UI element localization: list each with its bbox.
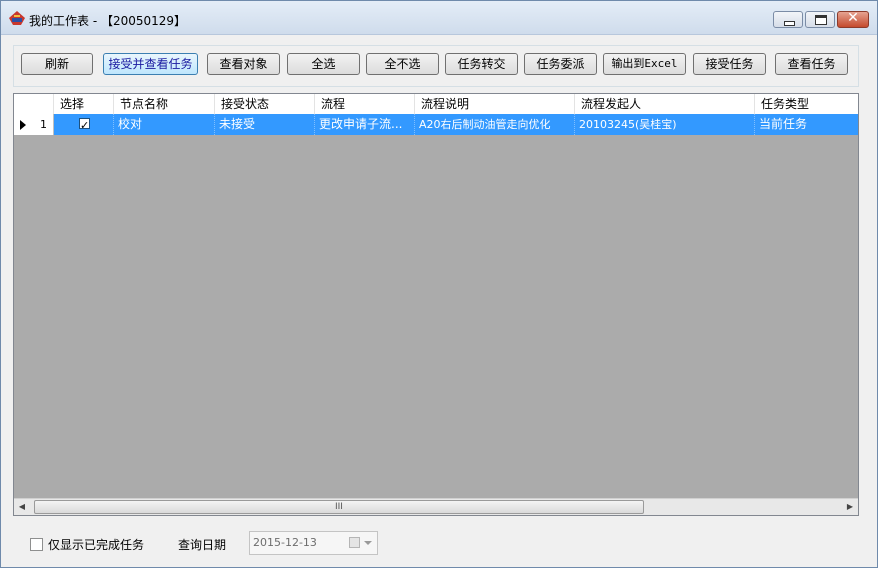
title-bar[interactable]: 我的工作表 - 【20050129】 ✕ [1, 1, 877, 35]
initiator-cell[interactable]: 20103245(吴桂宝) [575, 114, 755, 135]
task-grid[interactable]: 选择 节点名称 接受状态 流程 流程说明 流程发起人 任务类型 1 校对 未接受… [13, 93, 859, 516]
column-header-process-desc[interactable]: 流程说明 [415, 94, 575, 114]
column-header-accept-status[interactable]: 接受状态 [215, 94, 315, 114]
transfer-task-button[interactable]: 任务转交 [445, 53, 518, 75]
export-excel-button[interactable]: 输出到Excel [603, 53, 686, 75]
refresh-button[interactable]: 刷新 [21, 53, 93, 75]
scroll-grip: III [335, 502, 343, 512]
grid-header: 选择 节点名称 接受状态 流程 流程说明 流程发起人 任务类型 [14, 94, 858, 115]
table-row[interactable]: 1 校对 未接受 更改申请子流... A20右后制动油管走向优化 2010324… [14, 114, 858, 135]
column-header-task-type[interactable]: 任务类型 [755, 94, 858, 114]
minimize-button[interactable] [773, 11, 803, 28]
select-all-button[interactable]: 全选 [287, 53, 360, 75]
row-select-checkbox[interactable] [79, 115, 90, 135]
only-completed-label[interactable]: 仅显示已完成任务 [48, 536, 144, 553]
query-date-value: 2015-12-13 [253, 536, 317, 549]
dropdown-arrow-icon[interactable] [364, 541, 372, 545]
row-header[interactable]: 1 [14, 114, 54, 135]
column-header-process[interactable]: 流程 [315, 94, 415, 114]
row-header-corner [14, 94, 54, 114]
scroll-left-icon[interactable]: ◀ [14, 499, 30, 515]
node-name-cell[interactable]: 校对 [114, 114, 215, 135]
close-icon: ✕ [847, 10, 859, 26]
column-header-node-name[interactable]: 节点名称 [114, 94, 215, 114]
view-task-button[interactable]: 查看任务 [775, 53, 848, 75]
scroll-right-icon[interactable]: ▶ [842, 499, 858, 515]
row-number: 1 [40, 118, 47, 131]
delegate-task-button[interactable]: 任务委派 [524, 53, 597, 75]
accept-status-cell[interactable]: 未接受 [215, 114, 315, 135]
scroll-thumb[interactable]: III [34, 500, 644, 514]
app-icon [9, 11, 25, 25]
toolbar: 刷新 接受并查看任务 查看对象 全选 全不选 任务转交 任务委派 输出到Exce… [13, 45, 859, 87]
accept-and-view-task-button[interactable]: 接受并查看任务 [103, 53, 198, 75]
query-date-label: 查询日期 [178, 538, 227, 552]
client-area: 刷新 接受并查看任务 查看对象 全选 全不选 任务转交 任务委派 输出到Exce… [1, 35, 877, 567]
maximize-button[interactable] [805, 11, 835, 28]
maximize-icon [815, 15, 827, 25]
minimize-icon [784, 21, 795, 26]
only-completed-checkbox[interactable] [30, 538, 43, 551]
close-button[interactable]: ✕ [837, 10, 869, 28]
column-header-initiator[interactable]: 流程发起人 [575, 94, 755, 114]
query-date-picker[interactable]: 2015-12-13 [249, 531, 378, 555]
horizontal-scrollbar[interactable]: ◀ III ▶ [14, 498, 858, 515]
view-object-button[interactable]: 查看对象 [207, 53, 280, 75]
select-none-button[interactable]: 全不选 [366, 53, 439, 75]
window-title: 我的工作表 - 【20050129】 [29, 14, 187, 28]
select-cell[interactable] [54, 114, 114, 135]
process-desc-cell[interactable]: A20右后制动油管走向优化 [415, 114, 575, 135]
main-window: 我的工作表 - 【20050129】 ✕ 刷新 接受并查看任务 查看对象 全选 … [0, 0, 878, 568]
column-header-select[interactable]: 选择 [54, 94, 114, 114]
accept-task-button[interactable]: 接受任务 [693, 53, 766, 75]
calendar-icon[interactable] [349, 537, 360, 548]
process-cell[interactable]: 更改申请子流... [315, 114, 415, 135]
row-indicator-icon [20, 120, 26, 130]
task-type-cell[interactable]: 当前任务 [755, 114, 858, 135]
